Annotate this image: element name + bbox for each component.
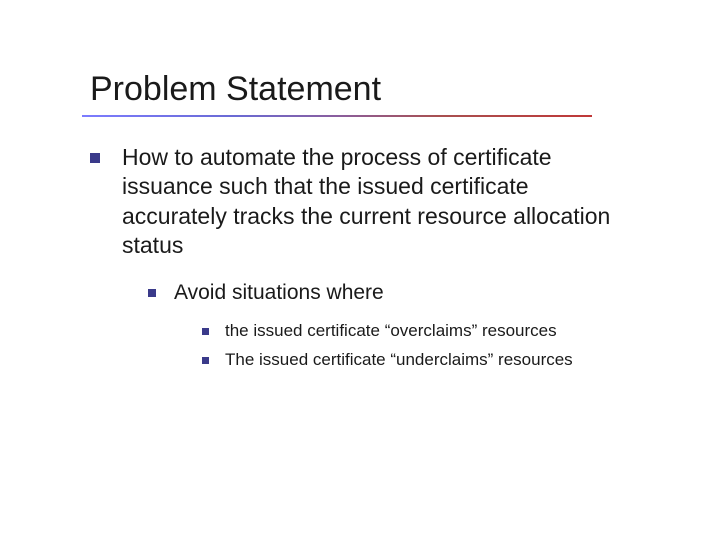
bullet-level3: The issued certificate “underclaims” res… — [202, 349, 630, 372]
bullet-level2-text: Avoid situations where — [174, 279, 384, 306]
slide: Problem Statement How to automate the pr… — [0, 0, 720, 540]
bullet-level1: How to automate the process of certifica… — [90, 143, 630, 261]
bullet-level1-text: How to automate the process of certifica… — [122, 143, 630, 261]
square-bullet-icon — [90, 153, 100, 163]
bullet-level3: the issued certificate “overclaims” reso… — [202, 320, 630, 343]
square-bullet-icon — [148, 289, 156, 297]
bullet-level2: Avoid situations where — [148, 279, 630, 306]
bullet-level3-text: The issued certificate “underclaims” res… — [225, 349, 573, 372]
slide-title: Problem Statement — [90, 70, 630, 109]
square-bullet-icon — [202, 357, 209, 364]
title-underline — [82, 115, 592, 117]
square-bullet-icon — [202, 328, 209, 335]
bullet-level3-text: the issued certificate “overclaims” reso… — [225, 320, 557, 343]
